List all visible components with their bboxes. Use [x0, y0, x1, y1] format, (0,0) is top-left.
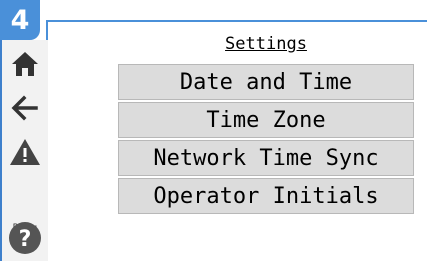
home-button[interactable] — [2, 44, 48, 84]
settings-menu: Date and Time Time Zone Network Time Syn… — [118, 64, 414, 216]
operator-initials-button[interactable]: Operator Initials — [118, 178, 414, 214]
warning-icon — [10, 139, 40, 165]
home-icon — [12, 52, 38, 76]
header-divider — [48, 20, 427, 22]
time-zone-button[interactable]: Time Zone — [118, 102, 414, 138]
help-button[interactable]: ? — [2, 218, 48, 258]
help-icon: ? — [9, 222, 41, 254]
alarms-button[interactable] — [2, 132, 48, 172]
date-and-time-button[interactable]: Date and Time — [118, 64, 414, 100]
network-time-sync-button[interactable]: Network Time Sync — [118, 140, 414, 176]
back-arrow-icon — [11, 95, 38, 121]
svg-text:?: ? — [19, 227, 32, 252]
screen-number-badge: 4 — [0, 0, 40, 40]
back-button[interactable] — [2, 88, 48, 128]
sidebar: Page: CNFG1 ? — [0, 40, 48, 261]
page-title: Settings — [225, 34, 307, 54]
